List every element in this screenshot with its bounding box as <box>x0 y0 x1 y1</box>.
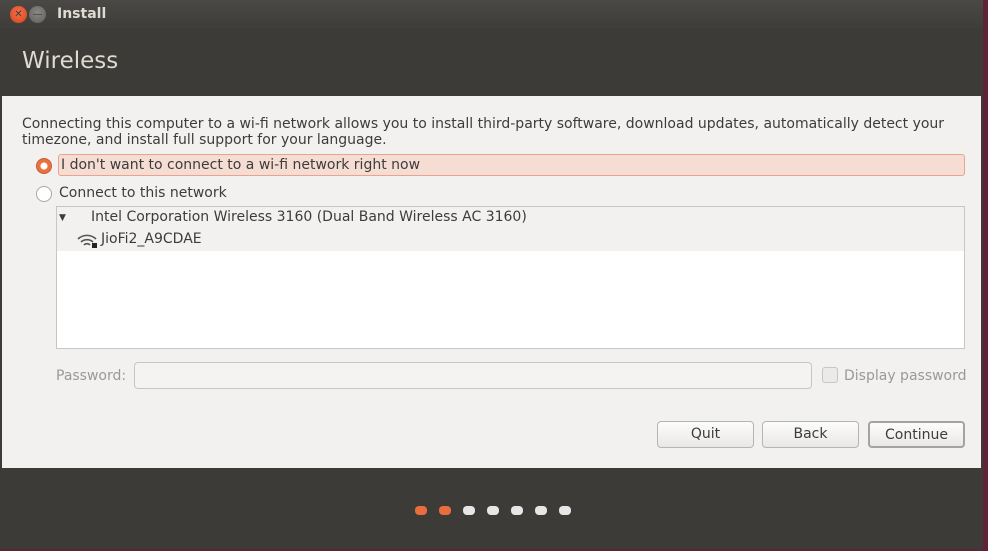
title-bar: ✕ — Install <box>0 0 983 28</box>
network-list[interactable]: ▼ Intel Corporation Wireless 3160 (Dual … <box>56 206 965 349</box>
progress-dot <box>511 506 523 515</box>
password-input[interactable] <box>134 362 812 389</box>
progress-dot <box>439 506 451 515</box>
password-label: Password: <box>56 368 127 384</box>
option-connect-label[interactable]: Connect to this network <box>59 185 227 201</box>
radio-no-wifi[interactable] <box>36 158 52 174</box>
device-name: Intel Corporation Wireless 3160 (Dual Ba… <box>91 209 527 225</box>
content-panel: Connecting this computer to a wi-fi netw… <box>2 96 981 468</box>
option-no-wifi-label[interactable]: I don't want to connect to a wi-fi netwo… <box>58 154 965 176</box>
progress-dots <box>415 506 571 515</box>
installer-window: ✕ — Install Wireless Connecting this com… <box>0 0 983 549</box>
close-icon[interactable]: ✕ <box>10 6 27 23</box>
minimize-icon[interactable]: — <box>29 6 46 23</box>
continue-button[interactable]: Continue <box>868 421 965 448</box>
progress-dot <box>463 506 475 515</box>
expander-triangle-icon[interactable]: ▼ <box>59 213 66 223</box>
display-password-label[interactable]: Display password <box>844 368 967 384</box>
wifi-secure-icon <box>77 234 97 248</box>
network-row[interactable]: JioFi2_A9CDAE <box>57 229 964 251</box>
radio-connect[interactable] <box>36 186 52 202</box>
description: Connecting this computer to a wi-fi netw… <box>22 116 945 148</box>
back-button[interactable]: Back <box>762 421 859 448</box>
window-title: Install <box>57 6 107 22</box>
quit-button[interactable]: Quit <box>657 421 754 448</box>
progress-dot <box>487 506 499 515</box>
network-device-row[interactable]: ▼ Intel Corporation Wireless 3160 (Dual … <box>57 207 964 229</box>
progress-dot <box>535 506 547 515</box>
display-password-checkbox[interactable] <box>822 367 838 383</box>
network-ssid: JioFi2_A9CDAE <box>101 231 202 247</box>
progress-dot <box>415 506 427 515</box>
page-title: Wireless <box>22 48 119 74</box>
progress-dot <box>559 506 571 515</box>
